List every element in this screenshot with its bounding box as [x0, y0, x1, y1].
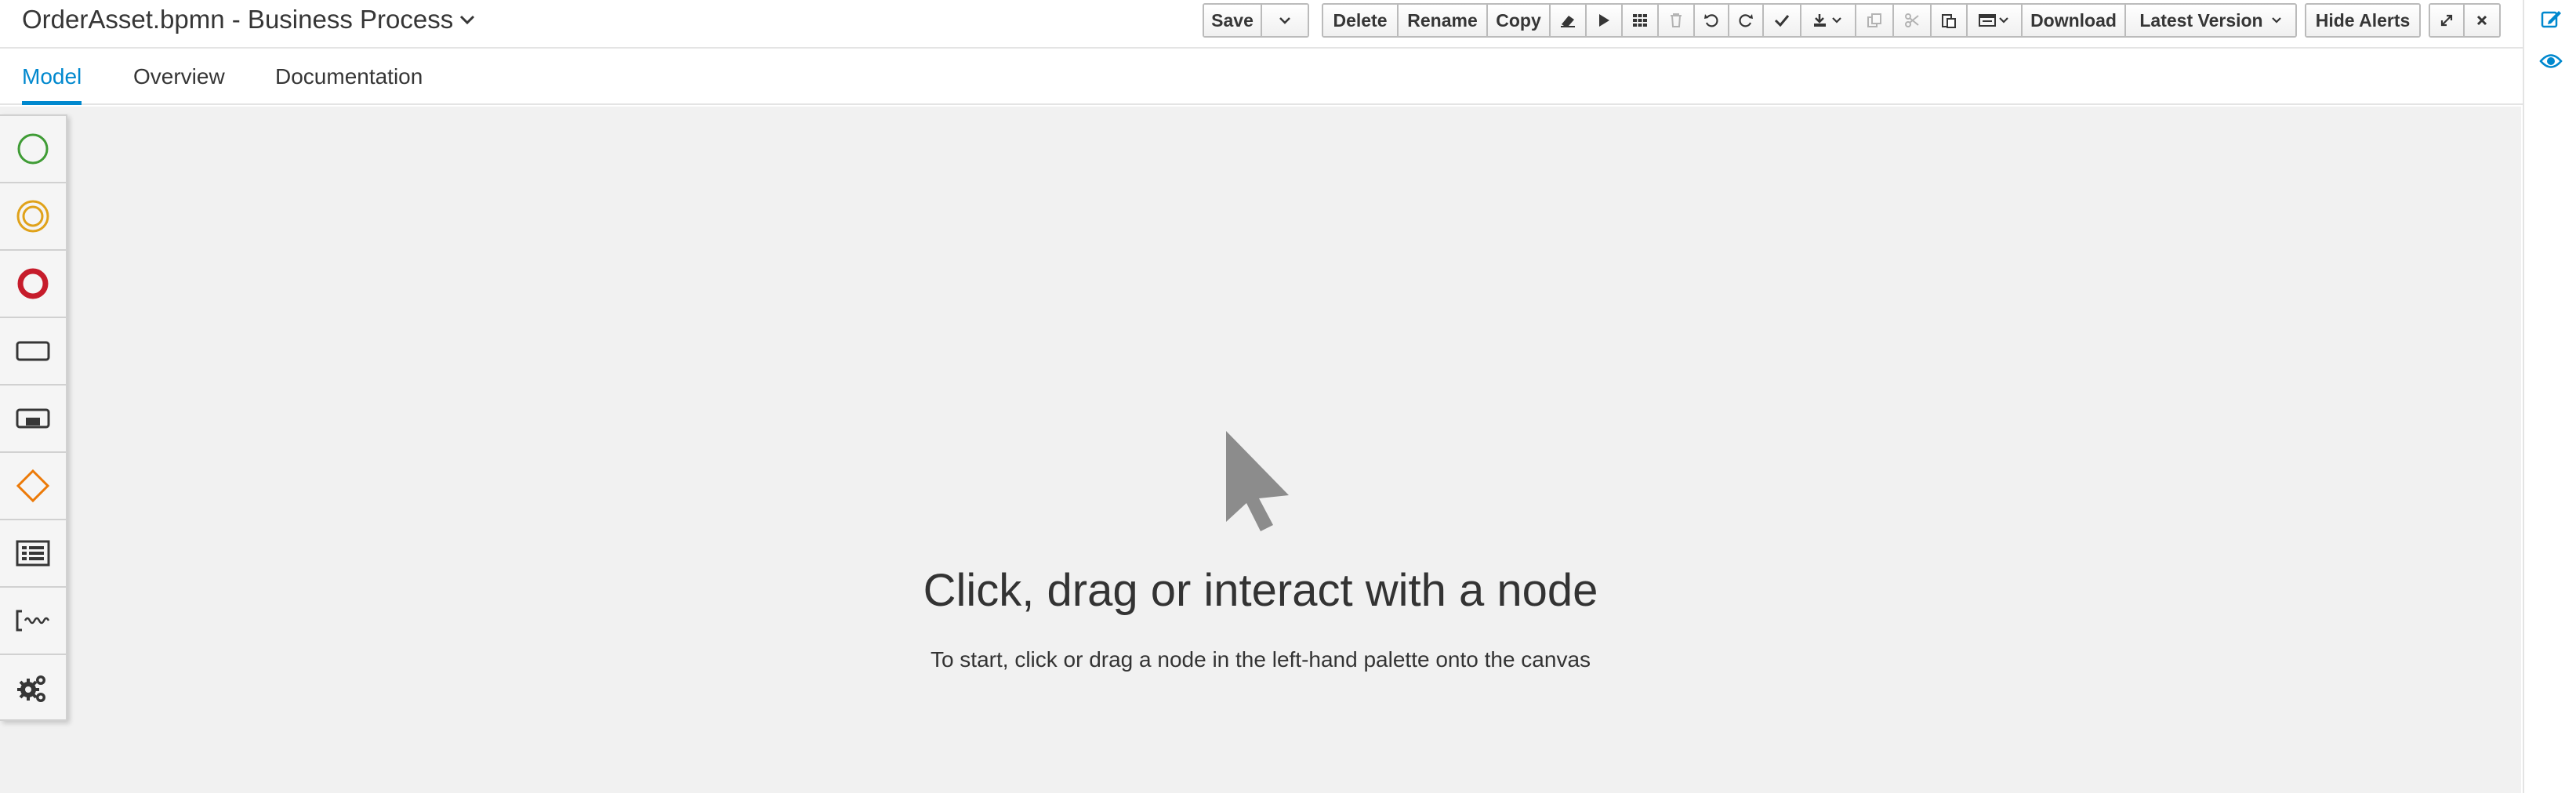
- save-options-caret-icon[interactable]: [1262, 5, 1308, 36]
- eraser-icon[interactable]: [1551, 5, 1587, 36]
- editor-header: OrderAsset.bpmn - Business Process Save …: [0, 0, 2523, 49]
- tab-model[interactable]: Model: [22, 49, 82, 105]
- trash-icon[interactable]: [1659, 5, 1695, 36]
- latest-version-label: Latest Version: [2139, 9, 2263, 31]
- subprocess-icon[interactable]: [0, 386, 66, 453]
- bpmn-editor: OrderAsset.bpmn - Business Process Save …: [0, 0, 2576, 793]
- artifact-icon[interactable]: [0, 588, 66, 655]
- rename-button[interactable]: Rename: [1399, 5, 1488, 36]
- hide-alerts-button[interactable]: Hide Alerts: [2306, 5, 2419, 36]
- delete-button[interactable]: Delete: [1323, 5, 1399, 36]
- intermediate-event-icon[interactable]: [0, 183, 66, 251]
- lane-icon[interactable]: [0, 520, 66, 588]
- scissors-icon[interactable]: [1894, 5, 1932, 36]
- import-export-icon[interactable]: [1801, 5, 1856, 36]
- mouse-pointer-icon: [1223, 429, 1293, 535]
- empty-state-title: Click, drag or interact with a node: [923, 565, 1598, 616]
- empty-state-subtitle: To start, click or drag a node in the le…: [930, 647, 1591, 672]
- hide-alerts-group: Hide Alerts: [2305, 3, 2421, 38]
- check-icon[interactable]: [1764, 5, 1801, 36]
- right-side-rail: [2523, 0, 2576, 793]
- paste-icon[interactable]: [1932, 5, 1968, 36]
- save-button-group: Save: [1203, 3, 1309, 38]
- close-icon[interactable]: [2465, 5, 2499, 36]
- document-title-menu[interactable]: OrderAsset.bpmn - Business Process: [22, 3, 475, 36]
- chevron-down-icon: [459, 14, 475, 25]
- gateway-icon[interactable]: [0, 453, 66, 520]
- latest-version-dropdown[interactable]: Latest Version: [2126, 5, 2295, 36]
- task-icon[interactable]: [0, 318, 66, 386]
- play-icon[interactable]: [1587, 5, 1623, 36]
- duplicate-icon[interactable]: [1856, 5, 1894, 36]
- form-icon[interactable]: [1968, 5, 2023, 36]
- grid-icon[interactable]: [1623, 5, 1659, 36]
- tab-overview[interactable]: Overview: [133, 49, 225, 105]
- copy-button[interactable]: Copy: [1488, 5, 1551, 36]
- custom-tasks-icon[interactable]: [0, 655, 66, 722]
- node-palette: [0, 114, 67, 721]
- edit-icon[interactable]: [2534, 2, 2568, 36]
- start-event-icon[interactable]: [0, 116, 66, 183]
- download-button[interactable]: Download: [2023, 5, 2126, 36]
- editor-tabs: Model Overview Documentation: [0, 49, 2523, 105]
- expand-icon[interactable]: [2430, 5, 2465, 36]
- save-button[interactable]: Save: [1204, 5, 1262, 36]
- tab-documentation[interactable]: Documentation: [275, 49, 423, 105]
- window-controls-group: [2429, 3, 2501, 38]
- chevron-down-icon: [2271, 17, 2281, 24]
- end-event-icon[interactable]: [0, 251, 66, 318]
- eye-icon[interactable]: [2534, 44, 2568, 78]
- document-title: OrderAsset.bpmn - Business Process: [22, 5, 454, 34]
- redo-icon[interactable]: [1729, 5, 1764, 36]
- undo-icon[interactable]: [1695, 5, 1729, 36]
- actions-button-group: Delete Rename Copy Download Latest Versi…: [1322, 3, 2297, 38]
